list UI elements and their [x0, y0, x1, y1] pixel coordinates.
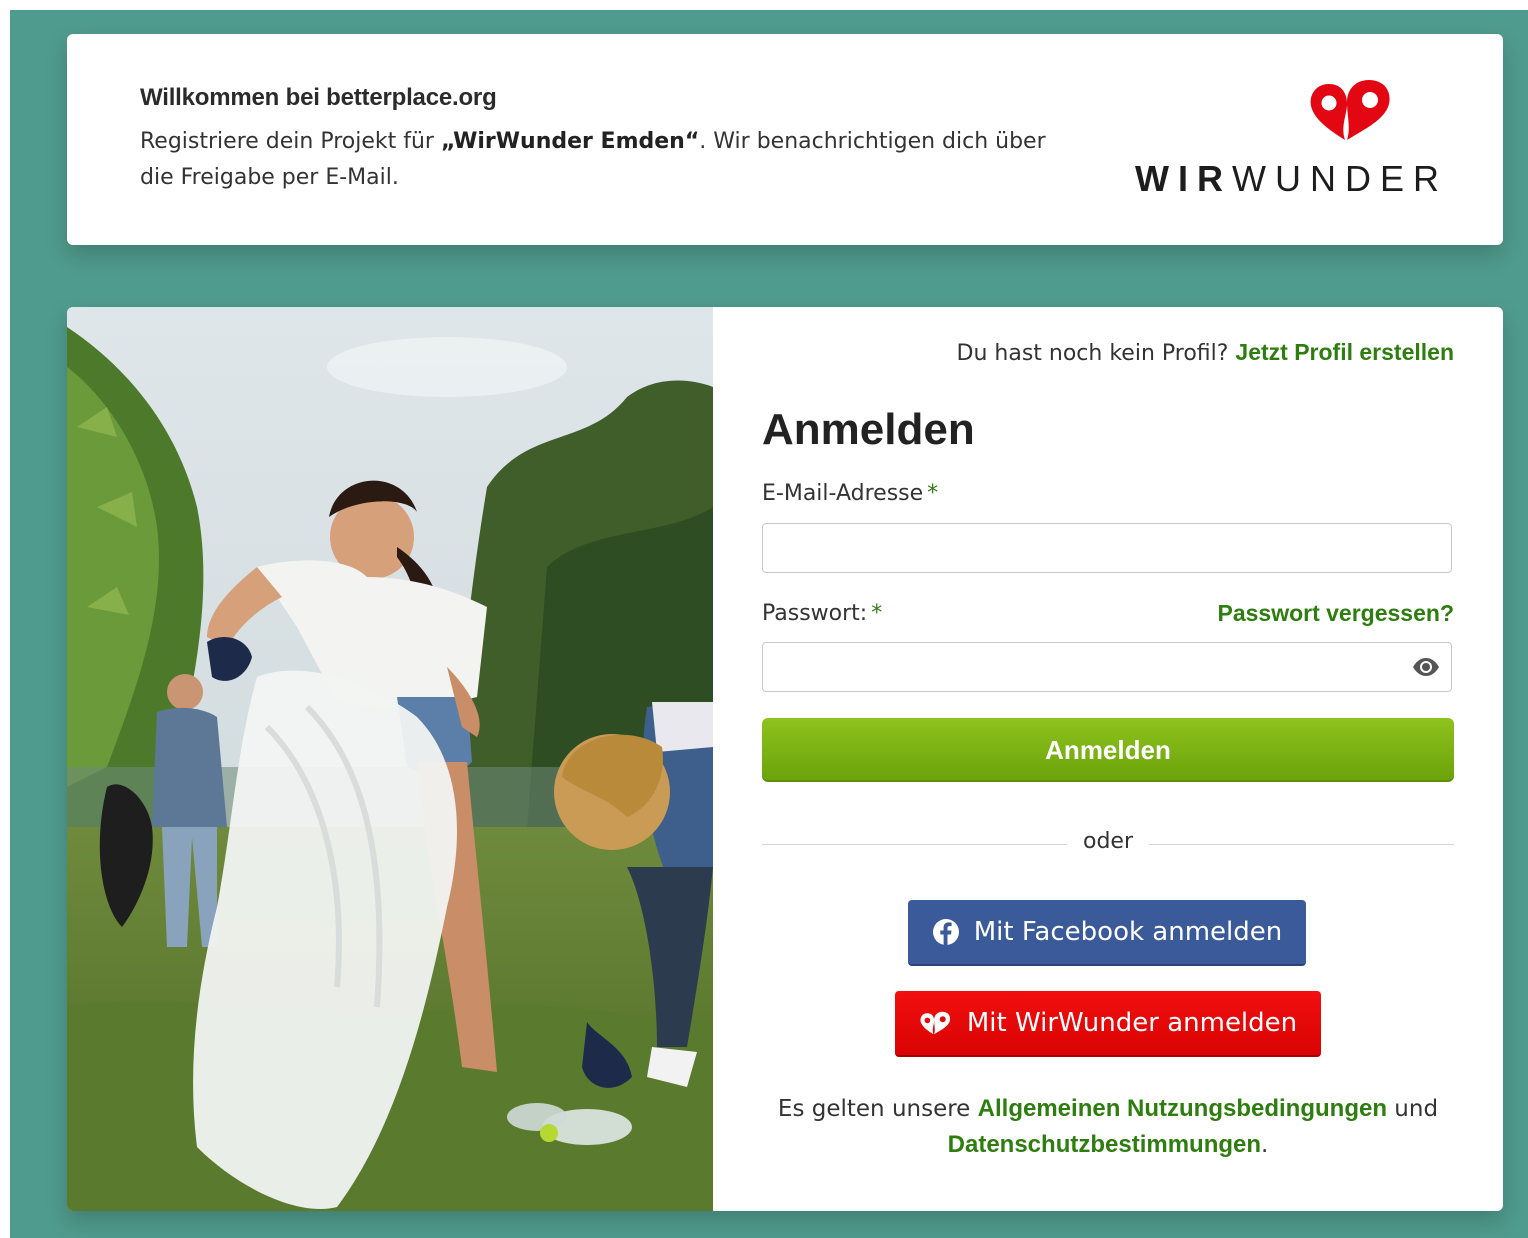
- volunteers-photo: [67, 307, 713, 1211]
- terms-notice: Es gelten unsere Allgemeinen Nutzungsbed…: [777, 1095, 1439, 1158]
- facebook-login-button[interactable]: Mit Facebook anmelden: [908, 900, 1306, 966]
- brand-wordmark: WIRWUNDER: [1135, 158, 1448, 199]
- password-wrapper: [762, 642, 1452, 692]
- login-card: Du hast noch kein Profil? Jetzt Profil e…: [67, 307, 1503, 1211]
- welcome-text: Registriere dein Projekt für „WirWunder …: [140, 129, 1046, 190]
- login-submit-button[interactable]: Anmelden: [762, 718, 1454, 782]
- or-divider: oder: [762, 829, 1454, 859]
- forgot-password-link[interactable]: Passwort vergessen?: [1217, 600, 1454, 627]
- wirwunder-login-label: Mit WirWunder anmelden: [966, 1008, 1298, 1038]
- wirwunder-icon: [919, 1011, 953, 1035]
- required-marker: *: [927, 481, 939, 506]
- signup-prompt: Du hast noch kein Profil? Jetzt Profil e…: [956, 339, 1454, 366]
- page-title: Anmelden: [762, 405, 975, 454]
- wirwunder-logo-icon: [1307, 78, 1397, 146]
- eye-icon[interactable]: [1412, 654, 1440, 684]
- facebook-login-label: Mit Facebook anmelden: [973, 917, 1283, 947]
- divider-text: oder: [1082, 829, 1133, 854]
- password-label: Passwort: *: [762, 601, 883, 626]
- divider-line: [1149, 844, 1454, 845]
- create-profile-link[interactable]: Jetzt Profil erstellen: [1235, 339, 1454, 365]
- login-form: Du hast noch kein Profil? Jetzt Profil e…: [762, 307, 1454, 1211]
- terms-link[interactable]: Allgemeinen Nutzungsbedingungen: [978, 1095, 1387, 1122]
- email-label: E-Mail-Adresse *: [762, 481, 939, 506]
- wirwunder-login-button[interactable]: Mit WirWunder anmelden: [895, 991, 1321, 1057]
- facebook-icon: [932, 918, 960, 946]
- required-marker: *: [871, 601, 883, 626]
- welcome-banner: Willkommen bei betterplace.org Registrie…: [67, 34, 1503, 245]
- welcome-title: Willkommen bei betterplace.org: [140, 84, 497, 111]
- project-name: „WirWunder Emden“: [440, 129, 700, 154]
- password-field[interactable]: [762, 642, 1452, 692]
- privacy-link[interactable]: Datenschutzbestimmungen: [948, 1131, 1261, 1158]
- email-field[interactable]: [762, 523, 1452, 573]
